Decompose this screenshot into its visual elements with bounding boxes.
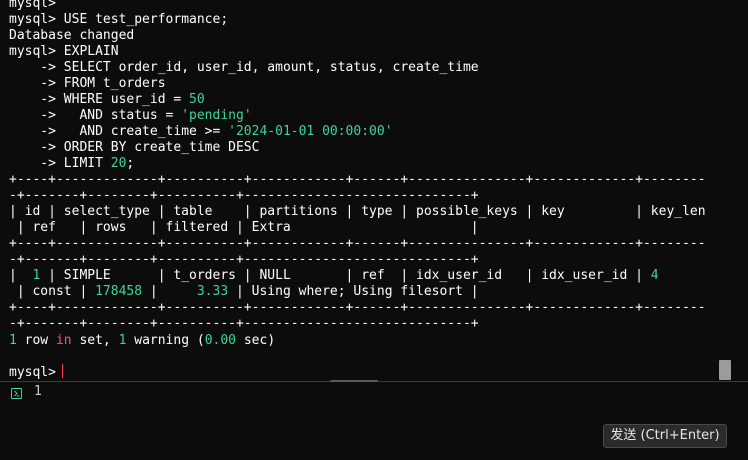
command-text: WHERE user_id = (55, 92, 190, 107)
table-cell-text: | (142, 284, 197, 299)
summary-text: row (16, 333, 56, 348)
terminal-line: -> AND create_time >= '2024-01-01 00:00:… (9, 124, 393, 140)
table-border-text: -+-------+--------+----------+----------… (9, 188, 479, 203)
continuation-prompt: -> (9, 140, 56, 155)
command-text: FROM t_orders (55, 76, 166, 91)
table-border: -+-------+--------+----------+----------… (9, 316, 479, 332)
table-border-text: -+-------+--------+----------+----------… (9, 316, 479, 331)
prompt-text: mysql> (9, 12, 56, 27)
terminal-line: mysql> USE test_performance; (9, 12, 228, 28)
command-text: ; (126, 156, 135, 171)
continuation-prompt: -> (9, 108, 56, 123)
table-row: | const | 178458 | 3.33 | Using where; U… (9, 284, 479, 300)
continuation-prompt: -> (9, 92, 56, 107)
continuation-prompt: -> (9, 124, 56, 139)
table-cell-number: 3.33 (196, 284, 229, 299)
table-border-text: -+-------+--------+----------+----------… (9, 252, 479, 267)
table-cell-number: 178458 (95, 284, 143, 299)
terminal-line: mysql> (9, 364, 63, 380)
table-row: | 1 | SIMPLE | t_orders | NULL | ref | i… (9, 268, 659, 284)
terminal-output[interactable]: mysql> mysql> USE test_performance; Data… (0, 0, 718, 381)
table-border-text: +----+-------------+----------+---------… (9, 300, 706, 315)
command-text: SELECT order_id, user_id, amount, status… (55, 60, 479, 75)
terminal-line: Database changed (9, 28, 134, 44)
terminal-line: mysql> (9, 0, 56, 12)
table-border: -+-------+--------+----------+----------… (9, 252, 479, 268)
summary-text: warning ( (126, 333, 205, 348)
terminal-line: -> ORDER BY create_time DESC (9, 140, 259, 156)
summary-text: set, (71, 333, 119, 348)
terminal-line: -> SELECT order_id, user_id, amount, sta… (9, 60, 479, 76)
terminal-prompt-icon (11, 388, 22, 399)
command-text: LIMIT (55, 156, 111, 171)
prompt-text: mysql> (9, 365, 56, 380)
table-header: | id | select_type | table | partitions … (9, 204, 706, 220)
terminal-line: -> FROM t_orders (9, 76, 166, 92)
terminal-line: -> WHERE user_id = 50 (9, 92, 205, 108)
string-literal: 'pending' (181, 108, 252, 123)
table-border-text: +----+-------------+----------+---------… (9, 172, 706, 187)
line-number: 1 (34, 384, 42, 399)
table-cell-text: | SIMPLE | t_orders | NULL | ref | idx_u… (40, 268, 651, 283)
scrollbar-thumb[interactable] (719, 360, 731, 380)
terminal-line: -> LIMIT 20; (9, 156, 134, 172)
command-text: AND status = (55, 108, 182, 123)
command-text: ORDER BY create_time DESC (55, 140, 260, 155)
command-text: AND create_time >= (55, 124, 229, 139)
table-header-text: | id | select_type | table | partitions … (9, 204, 706, 219)
table-header-text: | ref | rows | filtered | Extra | (9, 220, 479, 235)
table-cell-number: 4 (650, 268, 659, 283)
table-border: +----+-------------+----------+---------… (9, 236, 706, 252)
table-border: +----+-------------+----------+---------… (9, 172, 706, 188)
command-text: EXPLAIN (55, 44, 119, 59)
summary-number: 1 (9, 333, 17, 348)
table-border-text: +----+-------------+----------+---------… (9, 236, 706, 251)
continuation-prompt: -> (9, 76, 56, 91)
table-header: | ref | rows | filtered | Extra | (9, 220, 479, 236)
text-cursor (61, 364, 63, 378)
send-button[interactable]: 发送 (Ctrl+Enter) (603, 424, 727, 448)
prompt-text: mysql> (9, 44, 56, 59)
string-literal: '2024-01-01 00:00:00' (228, 124, 393, 139)
summary-number: 0.00 (204, 333, 237, 348)
input-panel[interactable]: 1 发送 (Ctrl+Enter) (0, 382, 748, 460)
terminal-line: -> AND status = 'pending' (9, 108, 252, 124)
table-cell-text: | const | (9, 284, 96, 299)
right-margin (732, 0, 748, 381)
chevron-right-icon (14, 390, 20, 397)
table-cell-text: | Using where; Using filesort | (228, 284, 479, 299)
command-text: USE test_performance; (55, 12, 229, 27)
summary-keyword: in (55, 333, 72, 348)
number-literal: 20 (110, 156, 127, 171)
table-cell-text: | (9, 268, 33, 283)
number-literal: 50 (189, 92, 205, 107)
scrollbar-track[interactable] (718, 0, 732, 381)
prompt-text: mysql> (9, 0, 56, 11)
summary-text: sec) (236, 333, 276, 348)
continuation-prompt: -> (9, 156, 56, 171)
result-summary: 1 row in set, 1 warning (0.00 sec) (9, 333, 275, 349)
terminal-line: mysql> EXPLAIN (9, 44, 119, 60)
output-text: Database changed (9, 28, 135, 43)
table-border: -+-------+--------+----------+----------… (9, 188, 479, 204)
continuation-prompt: -> (9, 60, 56, 75)
table-border: +----+-------------+----------+---------… (9, 300, 706, 316)
